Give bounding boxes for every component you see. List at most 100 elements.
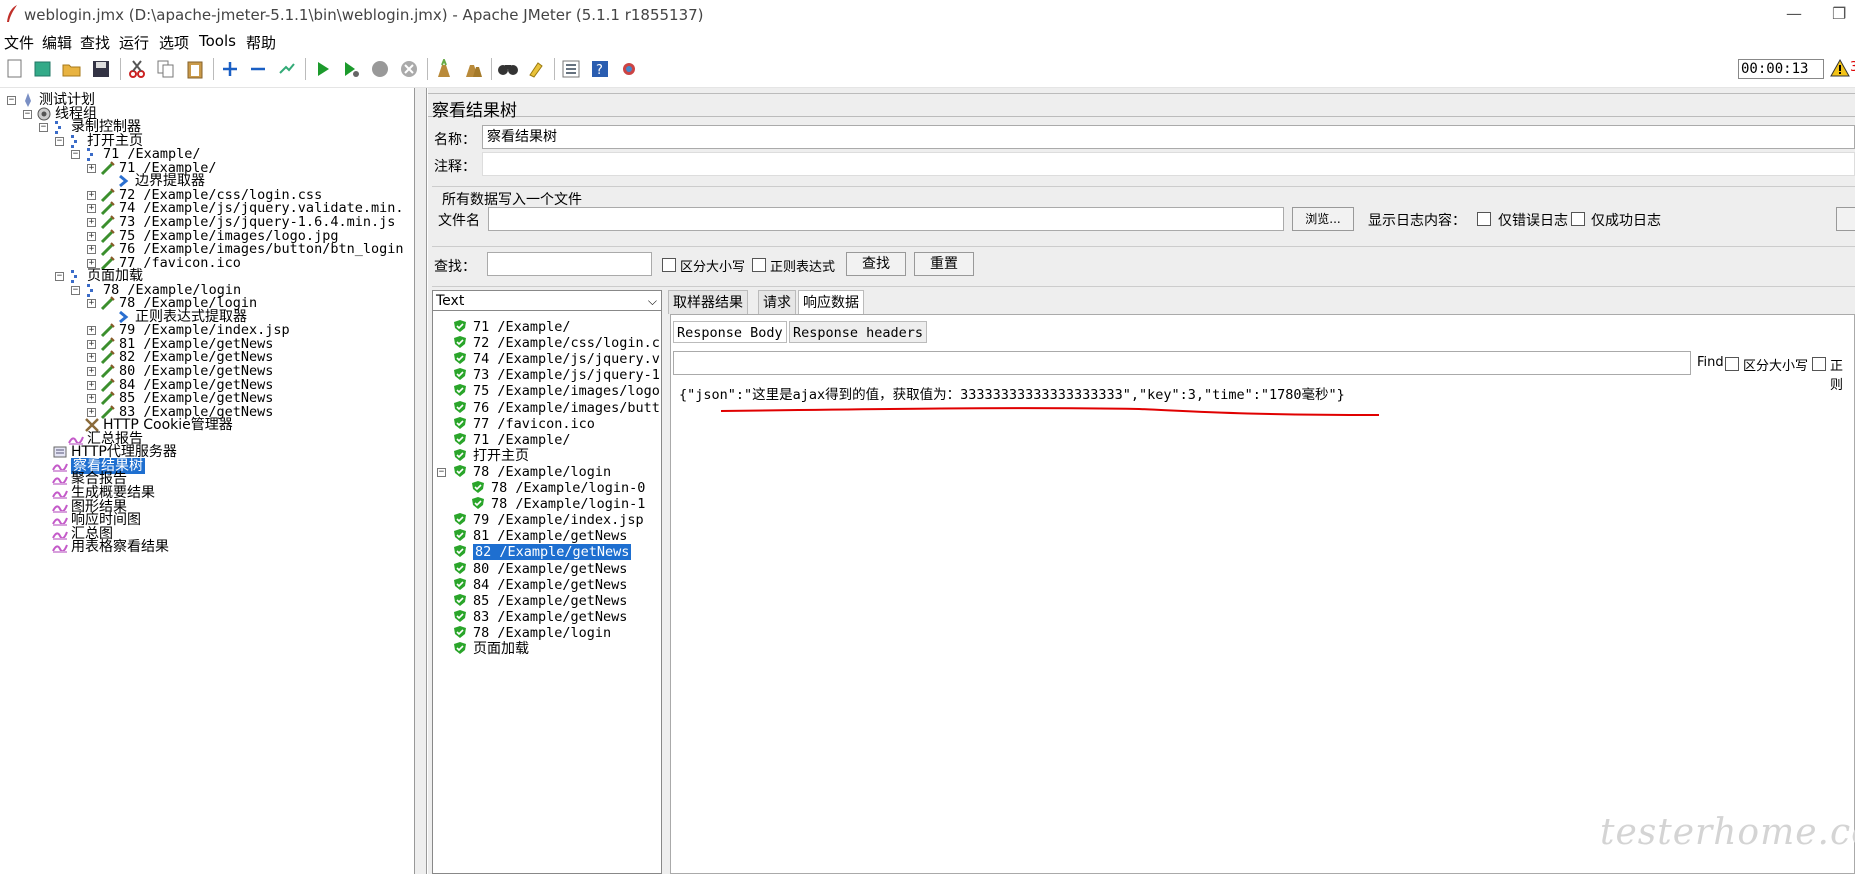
renderer-select[interactable]: Text ⌵: [433, 291, 661, 311]
result-item[interactable]: 页面加载: [453, 641, 529, 657]
remote-icon[interactable]: [618, 58, 640, 80]
tab-response-body[interactable]: Response Body: [673, 321, 787, 343]
expand-toggle[interactable]: +: [87, 367, 96, 376]
result-item[interactable]: 72 /Example/css/login.c: [453, 335, 660, 351]
result-item[interactable]: 78 /Example/login-0: [471, 480, 645, 496]
restore-button[interactable]: ❐: [1832, 4, 1846, 23]
collapse-all-icon[interactable]: [247, 58, 269, 80]
tab-sampler-result[interactable]: 取样器结果: [668, 290, 748, 314]
result-item[interactable]: 73 /Example/js/jquery-1: [453, 367, 660, 383]
expand-toggle[interactable]: +: [87, 190, 96, 200]
response-find-input[interactable]: [673, 351, 1691, 375]
result-item[interactable]: 84 /Example/getNews: [453, 577, 627, 593]
tab-response-data[interactable]: 响应数据: [798, 290, 864, 314]
result-item[interactable]: 78 /Example/login-1: [471, 496, 645, 512]
expand-toggle[interactable]: +: [87, 339, 96, 349]
start-icon[interactable]: [312, 58, 334, 80]
menu-tools[interactable]: Tools: [199, 32, 236, 50]
new-icon[interactable]: [4, 58, 26, 80]
copy-icon[interactable]: [155, 58, 177, 80]
filename-field[interactable]: [488, 207, 1284, 231]
regex-checkbox[interactable]: [752, 258, 766, 272]
menu-run[interactable]: 运行: [119, 32, 149, 53]
collapse-toggle[interactable]: −: [23, 109, 32, 119]
success-only-checkbox[interactable]: [1571, 212, 1585, 226]
configure-button[interactable]: [1836, 207, 1855, 231]
response-regex-checkbox[interactable]: [1812, 357, 1826, 371]
comment-field[interactable]: [482, 152, 1855, 176]
case-sensitive-checkbox[interactable]: [662, 258, 676, 272]
collapse-toggle[interactable]: −: [7, 96, 16, 105]
templates-icon[interactable]: [32, 58, 54, 80]
expand-toggle[interactable]: +: [87, 299, 96, 309]
expand-toggle[interactable]: +: [87, 163, 96, 173]
cut-icon[interactable]: [126, 58, 148, 80]
result-item[interactable]: 78 /Example/login: [453, 625, 611, 641]
menu-search[interactable]: 查找: [80, 32, 110, 53]
tab-request[interactable]: 请求: [758, 290, 796, 314]
reset-button[interactable]: 重置: [914, 252, 974, 276]
expand-toggle[interactable]: +: [87, 380, 96, 390]
collapse-toggle[interactable]: −: [39, 123, 48, 133]
start-no-pauses-icon[interactable]: [340, 58, 362, 80]
expand-toggle[interactable]: +: [87, 258, 96, 268]
collapse-toggle[interactable]: −: [437, 467, 446, 477]
expand-toggle[interactable]: +: [87, 326, 96, 336]
expand-toggle[interactable]: +: [87, 353, 96, 363]
result-item[interactable]: 74 /Example/js/jquery.v: [453, 351, 660, 367]
expand-toggle[interactable]: +: [87, 245, 96, 255]
expand-toggle[interactable]: +: [87, 394, 96, 404]
collapse-toggle[interactable]: −: [71, 150, 80, 160]
minimize-button[interactable]: —: [1786, 4, 1802, 23]
expand-toggle[interactable]: +: [87, 407, 96, 417]
result-item[interactable]: 80 /Example/getNews: [453, 561, 627, 577]
search-input[interactable]: [487, 252, 652, 276]
tree-node[interactable]: 用表格察看结果: [52, 539, 169, 555]
function-helper-icon[interactable]: [560, 58, 582, 80]
toggle-icon[interactable]: [276, 58, 298, 80]
save-icon[interactable]: [90, 58, 112, 80]
collapse-toggle[interactable]: −: [71, 285, 80, 295]
result-item[interactable]: 71 /Example/: [453, 432, 571, 448]
shutdown-icon[interactable]: [398, 58, 420, 80]
result-item[interactable]: 76 /Example/images/butt: [453, 400, 660, 416]
paste-icon[interactable]: [184, 58, 206, 80]
result-item[interactable]: 81 /Example/getNews: [453, 528, 627, 544]
clear-all-icon[interactable]: [462, 58, 484, 80]
errors-only-label: 仅错误日志: [1498, 213, 1568, 229]
result-item[interactable]: 71 /Example/: [453, 319, 571, 335]
response-case-sensitive-checkbox[interactable]: [1725, 357, 1739, 371]
open-icon[interactable]: [61, 58, 83, 80]
help-icon[interactable]: ?: [589, 58, 611, 80]
result-item[interactable]: 75 /Example/images/logo: [453, 383, 660, 399]
tab-response-headers[interactable]: Response headers: [789, 321, 928, 343]
result-item[interactable]: 85 /Example/getNews: [453, 593, 627, 609]
browse-button[interactable]: 浏览...: [1292, 207, 1354, 231]
collapse-toggle[interactable]: −: [55, 136, 64, 146]
result-item[interactable]: 78 /Example/login: [453, 464, 611, 480]
warning-icon[interactable]: [1830, 58, 1850, 78]
menu-file[interactable]: 文件: [4, 32, 34, 53]
menu-edit[interactable]: 编辑: [42, 32, 72, 53]
clear-icon[interactable]: [433, 58, 455, 80]
find-button[interactable]: 查找: [846, 252, 906, 276]
name-field[interactable]: 察看结果树: [482, 125, 1855, 149]
expand-toggle[interactable]: +: [87, 231, 96, 241]
result-item[interactable]: 77 /favicon.ico: [453, 416, 595, 432]
result-item[interactable]: 82 /Example/getNews: [453, 544, 632, 561]
reset-search-icon[interactable]: [525, 58, 547, 80]
expand-all-icon[interactable]: [219, 58, 241, 80]
expand-toggle[interactable]: +: [87, 204, 96, 214]
result-item[interactable]: 打开主页: [453, 448, 529, 464]
collapse-toggle[interactable]: −: [55, 272, 64, 282]
response-body-text[interactable]: {"json":"这里是ajax得到的值，获取值为：33333333333333…: [679, 383, 1345, 403]
split-pane-divider[interactable]: [415, 88, 427, 874]
menu-help[interactable]: 帮助: [246, 32, 276, 53]
result-item[interactable]: 79 /Example/index.jsp: [453, 512, 644, 528]
expand-toggle[interactable]: +: [87, 217, 96, 227]
result-item[interactable]: 83 /Example/getNews: [453, 609, 627, 625]
stop-icon[interactable]: [369, 58, 391, 80]
errors-only-checkbox[interactable]: [1477, 212, 1491, 226]
search-icon[interactable]: [497, 58, 519, 80]
menu-options[interactable]: 选项: [159, 32, 189, 53]
